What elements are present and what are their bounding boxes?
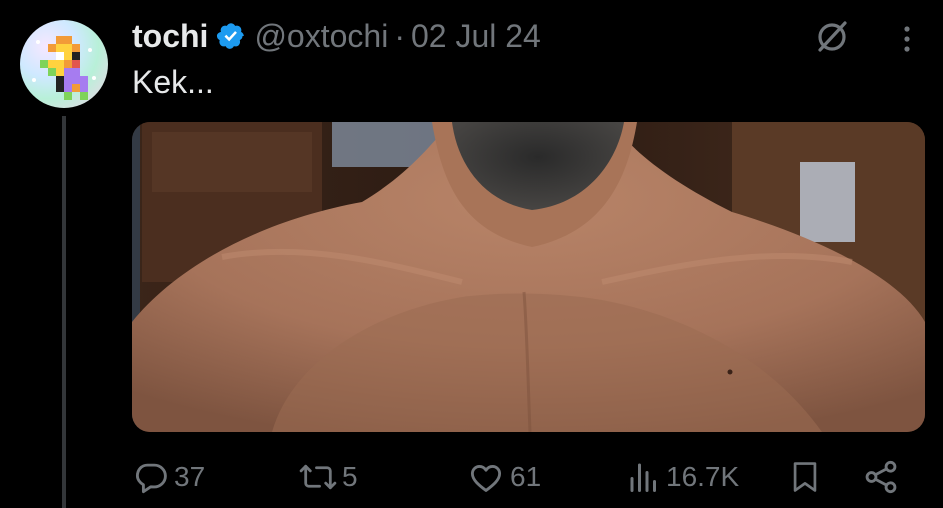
- reply-count: 37: [174, 461, 206, 492]
- more-vertical-icon[interactable]: [892, 20, 922, 56]
- action-bar: 37 5 61 16.7K: [132, 452, 912, 502]
- pixel-art-avatar-icon: [32, 36, 96, 100]
- bar-chart-icon: [630, 463, 656, 492]
- repost-count: 5: [342, 461, 358, 492]
- tweet-date[interactable]: 02 Jul 24: [411, 18, 541, 55]
- repost-button[interactable]: 5: [298, 452, 358, 502]
- reply-button[interactable]: 37: [132, 452, 205, 502]
- like-button[interactable]: 61: [466, 452, 541, 502]
- display-name[interactable]: tochi: [132, 18, 208, 55]
- share-button[interactable]: [862, 452, 900, 502]
- bookmark-button[interactable]: [788, 452, 822, 502]
- reply-bubble-icon: [135, 463, 167, 494]
- tweet-image[interactable]: [132, 122, 925, 432]
- bookmark-icon: [793, 462, 817, 492]
- tweet-text: Kek...: [132, 64, 214, 100]
- tweet-header: tochi @oxtochi · 02 Jul 24: [132, 16, 541, 56]
- thread-line: [62, 116, 66, 508]
- repost-arrows-icon: [299, 464, 337, 490]
- user-handle[interactable]: @oxtochi: [254, 18, 388, 55]
- views-count: 16.7K: [666, 461, 740, 492]
- separator-dot: ·: [394, 17, 405, 54]
- heart-icon: [470, 464, 502, 492]
- like-count: 61: [510, 461, 542, 492]
- avatar[interactable]: [20, 20, 108, 108]
- share-icon: [865, 460, 897, 494]
- grok-icon[interactable]: [812, 17, 852, 57]
- verified-badge-icon: [216, 21, 246, 51]
- views-button[interactable]: 16.7K: [626, 452, 739, 502]
